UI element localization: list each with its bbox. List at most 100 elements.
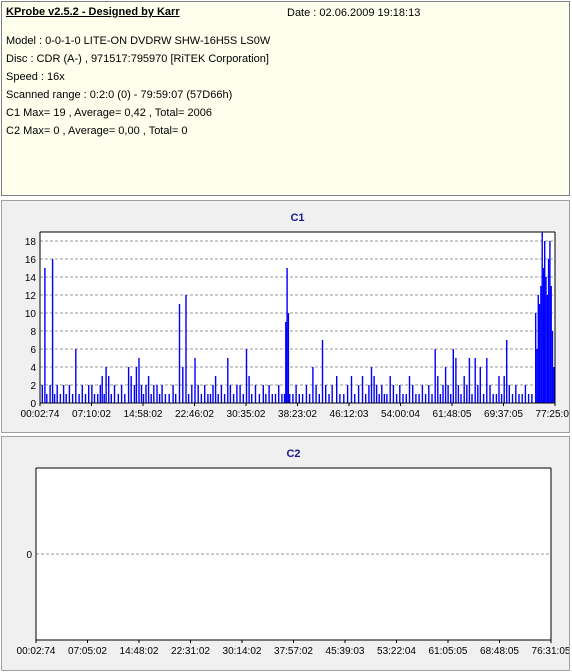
c1-bar	[278, 385, 280, 403]
c1-bar	[408, 376, 411, 403]
c1-bar	[553, 367, 555, 403]
c1-bar	[283, 394, 286, 403]
c1-bar	[217, 394, 219, 403]
c1-bar	[521, 394, 523, 403]
c1-bar	[412, 385, 414, 403]
c1-bar	[236, 385, 238, 403]
c1-bar	[262, 385, 264, 403]
y-tick-label: 10	[25, 309, 37, 320]
c1-bar	[535, 313, 537, 403]
c1-bar	[124, 394, 126, 403]
c1-bar	[138, 358, 140, 403]
c1-bar	[97, 394, 99, 403]
c1-bar	[463, 376, 465, 403]
c1-bar	[223, 394, 226, 403]
c1-bar	[229, 385, 232, 403]
c1-bar	[545, 277, 547, 403]
c1-chart: C102468101214161800:02:74 07:10:02 14:58:0…	[21, 212, 569, 420]
c1-bar	[197, 385, 199, 403]
x-tick-label: 54:00:04	[381, 409, 420, 420]
c1-bar	[418, 394, 420, 403]
x-tick-label: 30:14:02	[223, 646, 262, 657]
c1-bar	[421, 385, 424, 403]
c1-bar	[258, 394, 261, 403]
c1-bar	[381, 385, 383, 403]
c1-bar	[540, 286, 542, 403]
c1-bar	[357, 385, 360, 403]
x-tick-label: 53:22:04	[377, 646, 416, 657]
c1-bar	[544, 241, 546, 403]
c1-bar	[331, 385, 333, 403]
c1-chart-panel: C1 0 2 4 6 8 10 12 14 16 18 00:02:74 07:10:02 14:58:0…	[1, 200, 570, 433]
info-line-range: Scanned range : 0:2:0 (0) - 79:59:07 (57…	[6, 89, 233, 101]
c1-bar	[135, 367, 138, 403]
c1-bar	[439, 394, 442, 403]
c1-bar	[130, 376, 132, 403]
c1-bar	[62, 385, 65, 403]
chart-title: C1	[290, 212, 304, 224]
c1-bar	[301, 394, 304, 403]
c1-bar	[53, 394, 56, 403]
c1-bar	[511, 394, 514, 403]
x-tick-label: 22:31:02	[171, 646, 210, 657]
c1-bar	[153, 385, 155, 403]
c1-bar	[515, 385, 517, 403]
x-tick-label: 77:25:06	[536, 409, 569, 420]
c1-bar	[212, 385, 214, 403]
c1-bar	[220, 385, 223, 403]
c1-bar	[431, 394, 433, 403]
c1-bar	[305, 385, 308, 403]
c1-bar	[336, 376, 338, 403]
c1-bar	[452, 349, 454, 403]
c1-bar	[191, 385, 193, 403]
c1-bar	[339, 394, 341, 403]
c1-bar	[227, 358, 229, 403]
x-tick-label: 30:35:02	[227, 409, 266, 420]
c1-bar	[292, 394, 294, 403]
app-title: KProbe v2.5.2 - Designed by Karr	[6, 6, 180, 18]
c1-bar	[164, 394, 167, 403]
c1-bar	[46, 394, 48, 403]
c1-bar	[460, 394, 462, 403]
c1-bar	[281, 394, 283, 403]
y-tick-label: 4	[30, 363, 36, 374]
c1-bar	[147, 376, 150, 403]
c1-bar	[343, 394, 345, 403]
c1-bar	[308, 394, 311, 403]
info-panel: KProbe v2.5.2 - Designed by Karr Date : …	[1, 1, 570, 196]
x-tick-label: 14:48:02	[120, 646, 159, 657]
c1-bar	[503, 376, 505, 403]
c1-bar	[500, 394, 503, 403]
c1-bar	[242, 394, 244, 403]
c1-bar	[110, 394, 112, 403]
c1-bar	[527, 394, 530, 403]
y-tick-label: 12	[25, 291, 37, 302]
c1-bar	[156, 385, 158, 403]
c1-bar	[537, 295, 539, 403]
info-line-disc: Disc : CDR (A-) , 971517:795970 [RiTEK C…	[6, 53, 269, 65]
c1-bar	[214, 376, 217, 403]
c1-bar	[185, 295, 187, 403]
c1-bar	[428, 385, 430, 403]
c1-bar	[468, 358, 471, 403]
c1-bar	[254, 385, 257, 403]
c1-bar	[405, 394, 407, 403]
c1-bar	[437, 376, 439, 403]
c1-bar	[383, 394, 386, 403]
c1-bar	[368, 385, 370, 403]
c1-bar	[482, 394, 485, 403]
info-line-c2: C2 Max= 0 , Average= 0,00 , Total= 0	[6, 125, 188, 137]
c1-bar	[105, 367, 107, 403]
c2-chart: C2 0 00:02:74 07:05:02 14:48:02 22:31:02 30:14…	[17, 448, 569, 657]
c1-bar	[495, 394, 498, 403]
x-tick-label: 61:48:05	[433, 409, 472, 420]
c1-bar	[175, 394, 177, 403]
c1-bar	[120, 385, 123, 403]
y-tick-label: 0	[26, 550, 32, 561]
y-tick-label: 16	[25, 255, 37, 266]
c1-bar	[285, 322, 287, 403]
c1-bar	[182, 367, 184, 403]
y-tick-label: 2	[30, 381, 36, 392]
c1-bar	[477, 385, 479, 403]
c1-bar	[328, 394, 330, 403]
